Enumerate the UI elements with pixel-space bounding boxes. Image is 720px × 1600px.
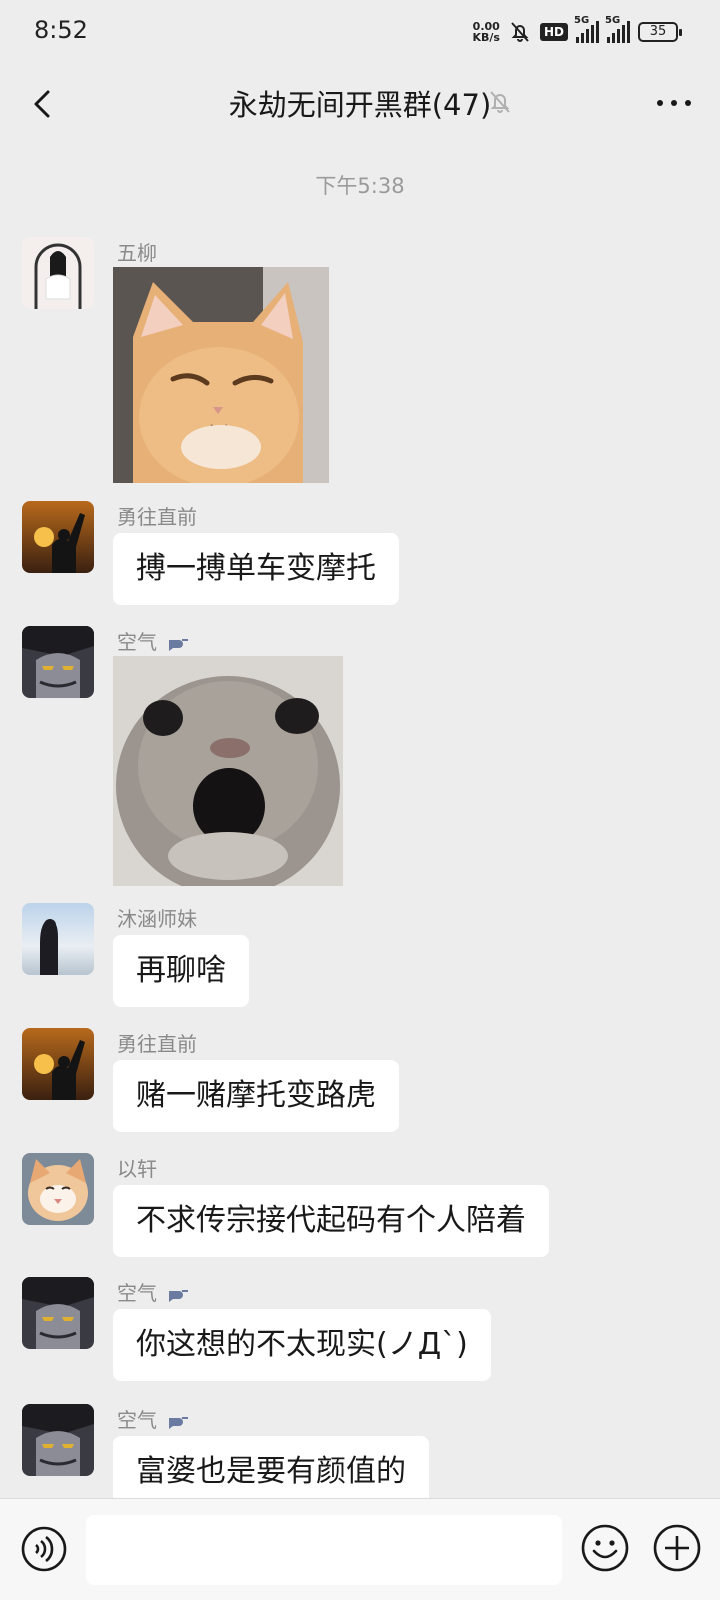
status-time: 8:52 xyxy=(34,16,88,44)
message-bubble[interactable]: 搏一搏单车变摩托 xyxy=(113,533,399,605)
member-tag-icon xyxy=(169,1416,188,1429)
signal-1-icon: 5G xyxy=(574,15,599,43)
member-tag-icon xyxy=(169,1289,188,1302)
sticker-orange-cat[interactable] xyxy=(113,267,329,483)
signal-2-icon: 5G xyxy=(605,15,630,43)
avatar[interactable] xyxy=(22,1404,94,1476)
sender-name: 空气 xyxy=(117,1277,189,1306)
message-bubble[interactable]: 赌一赌摩托变路虎 xyxy=(113,1060,399,1132)
voice-icon[interactable] xyxy=(20,1525,68,1573)
avatar[interactable] xyxy=(22,1153,94,1225)
sender-name: 勇往直前 xyxy=(117,1032,197,1056)
bell-off-icon xyxy=(490,91,510,113)
more-dots-icon[interactable] xyxy=(654,88,694,118)
chat-area[interactable]: 下午5:38 五柳 勇往直前 搏一搏单车变摩托 空气 沐涵师妹 再聊啥 勇往直前… xyxy=(0,144,720,1498)
sticker-gray-cat[interactable] xyxy=(113,656,343,886)
sender-name: 空气 xyxy=(117,626,189,655)
input-bar xyxy=(0,1498,720,1600)
message-bubble[interactable]: 再聊啥 xyxy=(113,935,249,1007)
plus-icon[interactable] xyxy=(652,1523,702,1573)
message-bubble[interactable]: 不求传宗接代起码有个人陪着 xyxy=(113,1185,549,1257)
net-speed: 0.00 KB/s xyxy=(472,20,500,44)
hd-badge: HD xyxy=(539,23,568,41)
avatar[interactable] xyxy=(22,626,94,698)
timestamp: 下午5:38 xyxy=(315,174,405,198)
avatar[interactable] xyxy=(22,501,94,573)
battery-icon: 35 xyxy=(638,22,682,42)
sender-name: 五柳 xyxy=(117,241,157,265)
silent-bell-icon xyxy=(511,22,529,42)
avatar[interactable] xyxy=(22,1028,94,1100)
avatar[interactable] xyxy=(22,903,94,975)
sender-name: 空气 xyxy=(117,1404,189,1433)
message-bubble[interactable]: 富婆也是要有颜值的 xyxy=(113,1436,429,1498)
status-icons: 0.00 KB/s HD 5G 5G 35 xyxy=(472,15,682,46)
chat-header: 永劫无间开黑群(47) xyxy=(0,64,720,144)
status-bar: 8:52 0.00 KB/s HD 5G 5G 35 xyxy=(0,0,720,64)
message-bubble[interactable]: 你这想的不太现实(ノД`) xyxy=(113,1309,491,1381)
message-input[interactable] xyxy=(86,1515,562,1585)
sender-name: 以轩 xyxy=(117,1157,157,1181)
chat-title: 永劫无间开黑群(47) xyxy=(228,88,492,122)
avatar[interactable] xyxy=(22,1277,94,1349)
avatar[interactable] xyxy=(22,237,94,309)
member-tag-icon xyxy=(169,638,188,651)
sender-name: 沐涵师妹 xyxy=(117,907,197,931)
emoji-icon[interactable] xyxy=(580,1523,630,1573)
sender-name: 勇往直前 xyxy=(117,505,197,529)
